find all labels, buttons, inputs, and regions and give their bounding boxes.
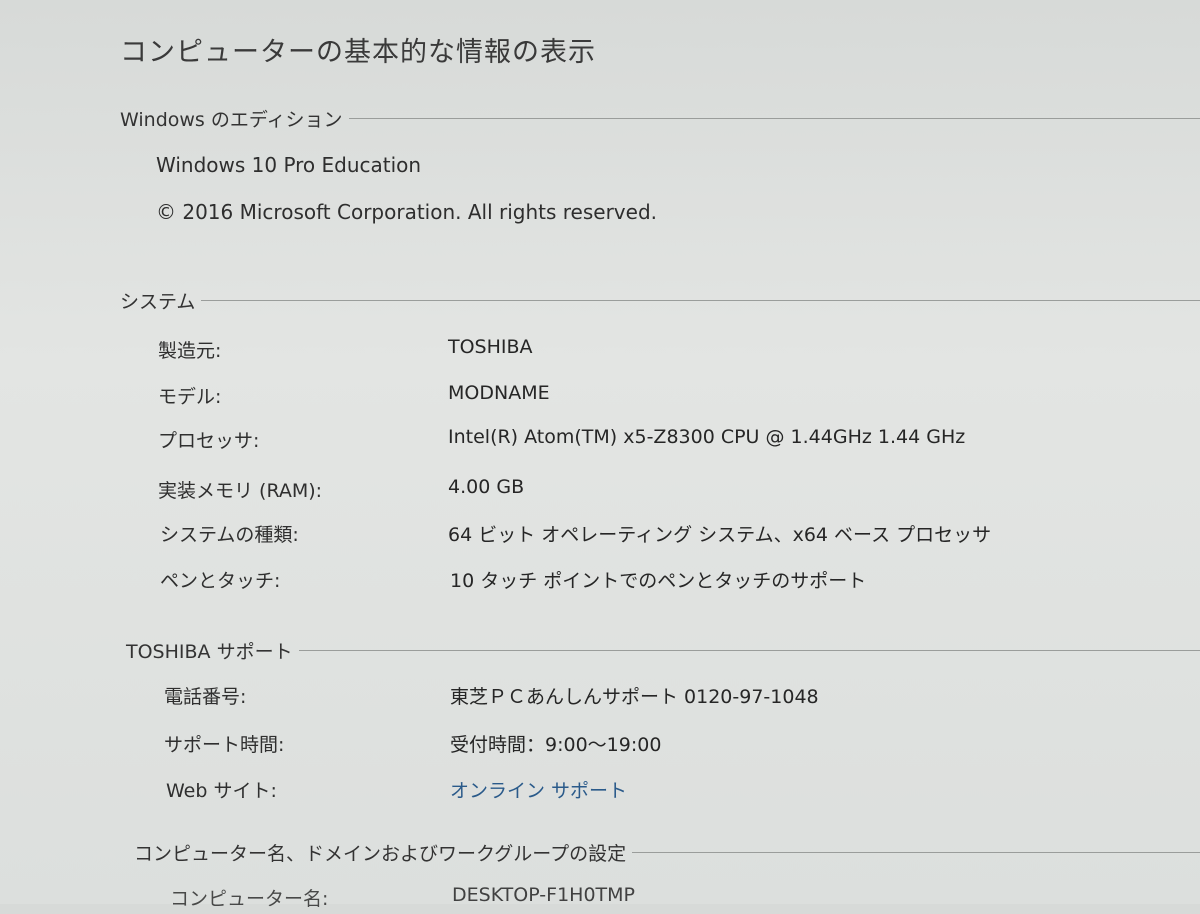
- system-row-pen-touch: ペンとタッチ: 10 タッチ ポイントでのペンとタッチのサポート: [0, 566, 1200, 596]
- support-header-label: TOSHIBA サポート: [126, 640, 293, 663]
- section-divider: [632, 851, 1200, 853]
- section-divider: [348, 117, 1200, 119]
- copyright-text: © 2016 Microsoft Corporation. All rights…: [156, 200, 657, 224]
- row-value: DESKTOP-F1H0TMP: [452, 884, 635, 906]
- row-value: 受付時間：9:00～19:00: [450, 734, 662, 756]
- row-value: 64 ビット オペレーティング システム、x64 ベース プロセッサ: [448, 524, 992, 546]
- edition-header-label: Windows のエディション: [120, 108, 343, 131]
- system-section-header: システム: [120, 286, 1200, 314]
- system-row-manufacturer: 製造元: TOSHIBA: [0, 336, 1200, 366]
- row-key: ペンとタッチ:: [160, 570, 281, 592]
- support-row-hours: サポート時間: 受付時間：9:00～19:00: [0, 730, 1200, 760]
- row-key: プロセッサ:: [158, 430, 260, 452]
- row-key: 電話番号:: [164, 686, 247, 708]
- row-value: 10 タッチ ポイントでのペンとタッチのサポート: [450, 570, 867, 592]
- row-key: コンピューター名:: [170, 888, 329, 910]
- row-value: MODNAME: [448, 382, 550, 404]
- computer-header-label: コンピューター名、ドメインおよびワークグループの設定: [134, 842, 627, 865]
- row-value: Intel(R) Atom(TM) x5-Z8300 CPU @ 1.44GHz…: [448, 426, 966, 448]
- page-title: コンピューターの基本的な情報の表示: [120, 37, 596, 68]
- system-header-label: システム: [120, 290, 196, 313]
- edition-name: Windows 10 Pro Education: [156, 153, 422, 177]
- row-key: システムの種類:: [160, 524, 299, 546]
- support-row-website: Web サイト: オンライン サポート: [0, 776, 1200, 806]
- row-value: TOSHIBA: [448, 336, 533, 358]
- row-key: 製造元:: [158, 340, 222, 362]
- system-info-panel: コンピューターの基本的な情報の表示 Windows のエディション Window…: [0, 0, 1200, 910]
- row-key: 実装メモリ (RAM):: [158, 480, 323, 502]
- system-row-system-type: システムの種類: 64 ビット オペレーティング システム、x64 ベース プロ…: [0, 520, 1200, 550]
- section-divider: [201, 299, 1200, 301]
- section-divider: [298, 649, 1200, 651]
- online-support-link[interactable]: オンライン サポート: [450, 776, 627, 803]
- edition-section-header: Windows のエディション: [120, 104, 1200, 132]
- row-key: サポート時間:: [164, 734, 285, 756]
- computer-row-name: コンピューター名: DESKTOP-F1H0TMP: [0, 884, 1200, 914]
- computer-section-header: コンピューター名、ドメインおよびワークグループの設定: [134, 838, 1200, 866]
- row-value: 東芝ＰＣあんしんサポート 0120-97-1048: [450, 686, 819, 708]
- system-row-model: モデル: MODNAME: [0, 382, 1200, 412]
- row-key: Web サイト:: [166, 780, 277, 802]
- support-row-phone: 電話番号: 東芝ＰＣあんしんサポート 0120-97-1048: [0, 682, 1200, 712]
- system-row-processor: プロセッサ: Intel(R) Atom(TM) x5-Z8300 CPU @ …: [0, 426, 1200, 456]
- row-key: モデル:: [158, 386, 222, 408]
- system-row-ram: 実装メモリ (RAM): 4.00 GB: [0, 476, 1200, 506]
- row-value: 4.00 GB: [448, 476, 525, 498]
- support-section-header: TOSHIBA サポート: [126, 636, 1200, 664]
